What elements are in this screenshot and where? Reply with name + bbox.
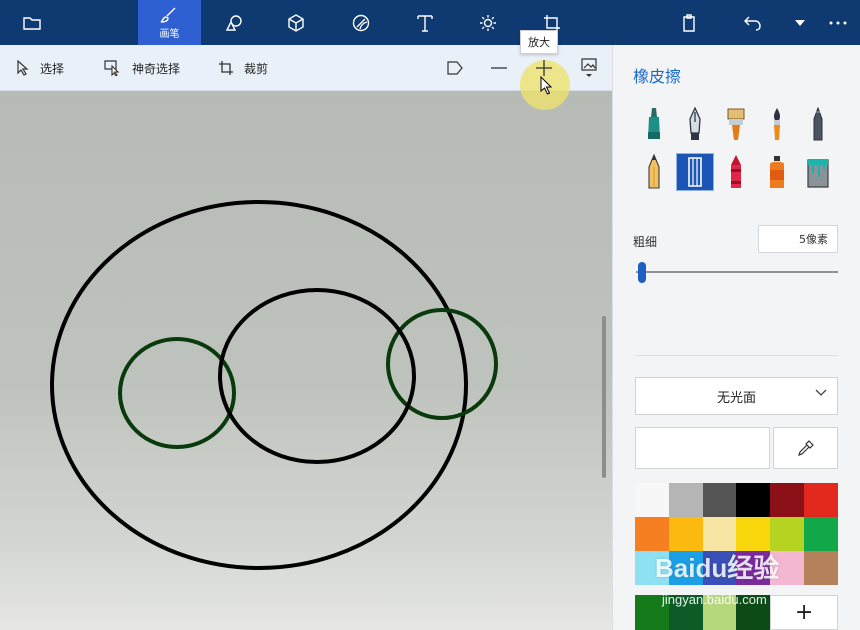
more-icon[interactable] xyxy=(820,0,856,45)
panel-divider xyxy=(635,355,838,356)
pencil-icon[interactable] xyxy=(635,153,673,191)
chevron-down-icon[interactable] xyxy=(788,0,812,45)
watermark-brand: Baidu经验 xyxy=(655,553,780,583)
finish-dropdown-value: 无光面 xyxy=(716,390,756,406)
magic-select-label: 神奇选择 xyxy=(132,61,181,76)
color-swatch[interactable] xyxy=(668,483,703,517)
crop-label: 裁剪 xyxy=(244,61,269,76)
crayon-icon[interactable] xyxy=(717,153,755,191)
paste-icon[interactable] xyxy=(668,0,710,45)
vertical-scrollbar[interactable] xyxy=(602,316,606,478)
select-label: 选择 xyxy=(40,61,65,76)
pixel-pen-icon[interactable] xyxy=(799,105,837,143)
current-color-preview[interactable] xyxy=(635,427,770,469)
add-color-button[interactable]: + xyxy=(770,595,838,630)
tab-brushes[interactable]: 画笔 xyxy=(138,0,201,45)
mouse-pointer-icon xyxy=(540,76,553,95)
stickers-icon[interactable] xyxy=(340,0,382,45)
folder-icon[interactable] xyxy=(12,0,52,45)
thickness-label: 粗细 xyxy=(633,235,658,249)
magic-select-button[interactable]: 神奇选择 xyxy=(104,45,180,91)
view-3d-icon[interactable] xyxy=(442,45,468,91)
text-icon[interactable] xyxy=(404,0,446,45)
color-swatch[interactable] xyxy=(803,483,838,517)
color-swatch[interactable] xyxy=(770,517,804,551)
color-swatch[interactable] xyxy=(702,483,737,517)
brush-panel: 橡皮擦 粗细 5像素 无光面 + xyxy=(612,45,860,630)
color-swatch[interactable] xyxy=(668,517,703,551)
shapes-2d-icon[interactable] xyxy=(213,0,255,45)
color-swatch[interactable] xyxy=(770,483,804,517)
eraser-icon[interactable] xyxy=(676,153,714,191)
thickness-slider-track[interactable] xyxy=(636,271,838,273)
crop-icon xyxy=(218,60,234,76)
oil-brush-icon[interactable] xyxy=(717,105,755,143)
cursor-icon xyxy=(16,60,30,76)
zoom-tooltip: 放大 xyxy=(520,30,558,54)
drawing-canvas[interactable] xyxy=(0,91,612,630)
undo-icon[interactable] xyxy=(732,0,774,45)
panel-title: 橡皮擦 xyxy=(633,67,682,86)
fill-icon[interactable] xyxy=(799,153,837,191)
spray-can-icon[interactable] xyxy=(758,153,796,191)
color-swatch[interactable] xyxy=(736,483,771,517)
watercolor-icon[interactable] xyxy=(758,105,796,143)
shapes-3d-icon[interactable] xyxy=(275,0,317,45)
color-swatch[interactable] xyxy=(702,517,737,551)
chevron-down-icon xyxy=(815,389,827,396)
color-swatch[interactable] xyxy=(635,483,669,517)
watermark-url: jingyan.baidu.com xyxy=(662,592,767,607)
eyedropper-icon xyxy=(797,440,814,456)
calligraphy-pen-icon[interactable] xyxy=(676,105,714,143)
thickness-slider-thumb[interactable] xyxy=(638,262,646,283)
brush-icon xyxy=(160,7,175,23)
eyedropper-button[interactable] xyxy=(773,427,838,469)
magic-select-icon xyxy=(104,60,122,76)
color-swatch[interactable] xyxy=(803,551,838,585)
top-menu-bar: 画笔 xyxy=(0,0,860,45)
color-swatch[interactable] xyxy=(635,517,669,551)
effects-icon[interactable] xyxy=(467,0,509,45)
crop-button[interactable]: 裁剪 xyxy=(218,45,268,91)
marker-icon[interactable] xyxy=(635,105,673,143)
thickness-input[interactable]: 5像素 xyxy=(758,225,838,253)
small-green-circle-left xyxy=(118,337,236,449)
image-icon[interactable] xyxy=(576,45,602,91)
large-black-circle xyxy=(50,200,468,570)
canvas-drawing xyxy=(50,200,498,570)
select-button[interactable]: 选择 xyxy=(16,45,64,91)
zoom-out-icon[interactable] xyxy=(486,45,512,91)
finish-dropdown[interactable]: 无光面 xyxy=(635,377,838,415)
medium-black-circle xyxy=(218,288,416,464)
tab-brushes-label: 画笔 xyxy=(159,28,180,40)
small-green-circle-right xyxy=(386,308,498,420)
color-swatch[interactable] xyxy=(803,517,838,551)
color-swatch[interactable] xyxy=(736,517,771,551)
